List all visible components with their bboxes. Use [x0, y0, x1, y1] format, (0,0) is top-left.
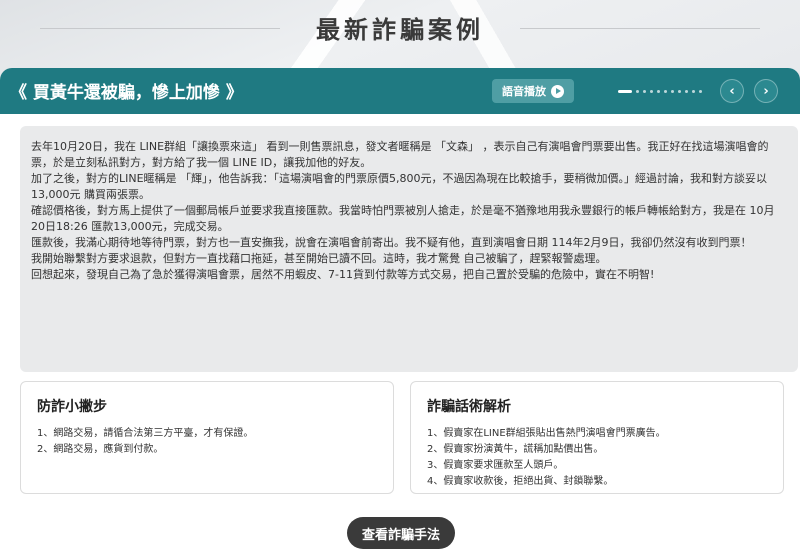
audio-play-label: 語音播放	[502, 85, 546, 98]
story-paragraph: 去年10月20日，我在 LINE群組「讓換票來這」 看到一則售票訊息，發文者暱稱…	[31, 140, 769, 169]
fraud-script-analysis-card: 詐騙話術解析 1、假賣家在LINE群組張貼出售熱門演唱會門票廣告。 2、假賣家扮…	[410, 381, 784, 494]
case-pager[interactable]	[618, 88, 708, 94]
pager-dot[interactable]	[678, 89, 681, 93]
story-paragraph: 加了之後，對方的LINE暱稱是 「輝」，他告訴我：「這場演唱會的門票原價5,80…	[31, 172, 768, 201]
pager-dot[interactable]	[657, 89, 660, 93]
analysis-item: 4、假賣家收款後，拒絕出貨、封鎖聯繫。	[427, 476, 614, 487]
pager-dot[interactable]	[650, 89, 653, 93]
pager-dot[interactable]	[692, 89, 695, 93]
previous-case-button[interactable]: ‹	[720, 79, 744, 103]
view-fraud-methods-button[interactable]: 查看詐騙手法	[347, 517, 455, 549]
anti-fraud-tips-card: 防詐小撇步 1、網路交易，請循合法第三方平臺，才有保證。 2、網路交易，應貨到付…	[20, 381, 394, 494]
chevron-left-icon: ‹	[729, 83, 735, 99]
analysis-item: 2、假賣家扮演黃牛，謊稱加點價出售。	[427, 444, 604, 455]
analysis-item: 1、假賣家在LINE群組張貼出售熱門演唱會門票廣告。	[427, 428, 666, 439]
tips-item: 2、網路交易，應貨到付款。	[37, 444, 164, 455]
pager-dot[interactable]	[636, 89, 639, 93]
play-icon	[551, 84, 564, 98]
pager-dot[interactable]	[671, 89, 674, 93]
case-header-bar: 《 買黃牛還被騙，慘上加慘 》 語音播放 ‹ ›	[0, 68, 800, 114]
story-paragraph: 確認價格後，對方馬上提供了一個郵局帳戶並要求我直接匯款。我當時怕門票被別人搶走，…	[31, 204, 775, 233]
story-paragraph: 我開始聯繫對方要求退款，但對方一直找藉口拖延，甚至開始已讀不回。這時，我才驚覺 …	[31, 252, 607, 265]
next-case-button[interactable]: ›	[754, 79, 778, 103]
tips-title: 防詐小撇步	[37, 399, 107, 415]
analysis-title: 詐騙話術解析	[427, 399, 511, 415]
pager-dot[interactable]	[643, 89, 646, 93]
analysis-item: 3、假賣家要求匯款至人頭戶。	[427, 460, 564, 471]
case-title: 《 買黃牛還被騙，慘上加慘 》	[10, 83, 243, 103]
story-paragraph: 回想起來，發現自己為了急於獲得演唱會票，居然不用蝦皮、7-11貨到付款等方式交易…	[31, 268, 655, 281]
story-paragraph: 匯款後，我滿心期待地等待門票，對方也一直安撫我，說會在演唱會前寄出。我不疑有他，…	[31, 236, 752, 249]
pager-dot[interactable]	[664, 89, 667, 93]
pager-dot-active[interactable]	[618, 89, 632, 93]
page-title: 最新詐騙案例	[316, 16, 484, 44]
case-content: 去年10月20日，我在 LINE群組「讓換票來這」 看到一則售票訊息，發文者暱稱…	[0, 114, 800, 560]
chevron-right-icon: ›	[763, 83, 769, 99]
audio-play-button[interactable]: 語音播放	[492, 79, 574, 103]
pager-dot[interactable]	[699, 89, 702, 93]
pager-dot[interactable]	[685, 89, 688, 93]
case-story: 去年10月20日，我在 LINE群組「讓換票來這」 看到一則售票訊息，發文者暱稱…	[20, 126, 798, 372]
tips-item: 1、網路交易，請循合法第三方平臺，才有保證。	[37, 428, 254, 439]
